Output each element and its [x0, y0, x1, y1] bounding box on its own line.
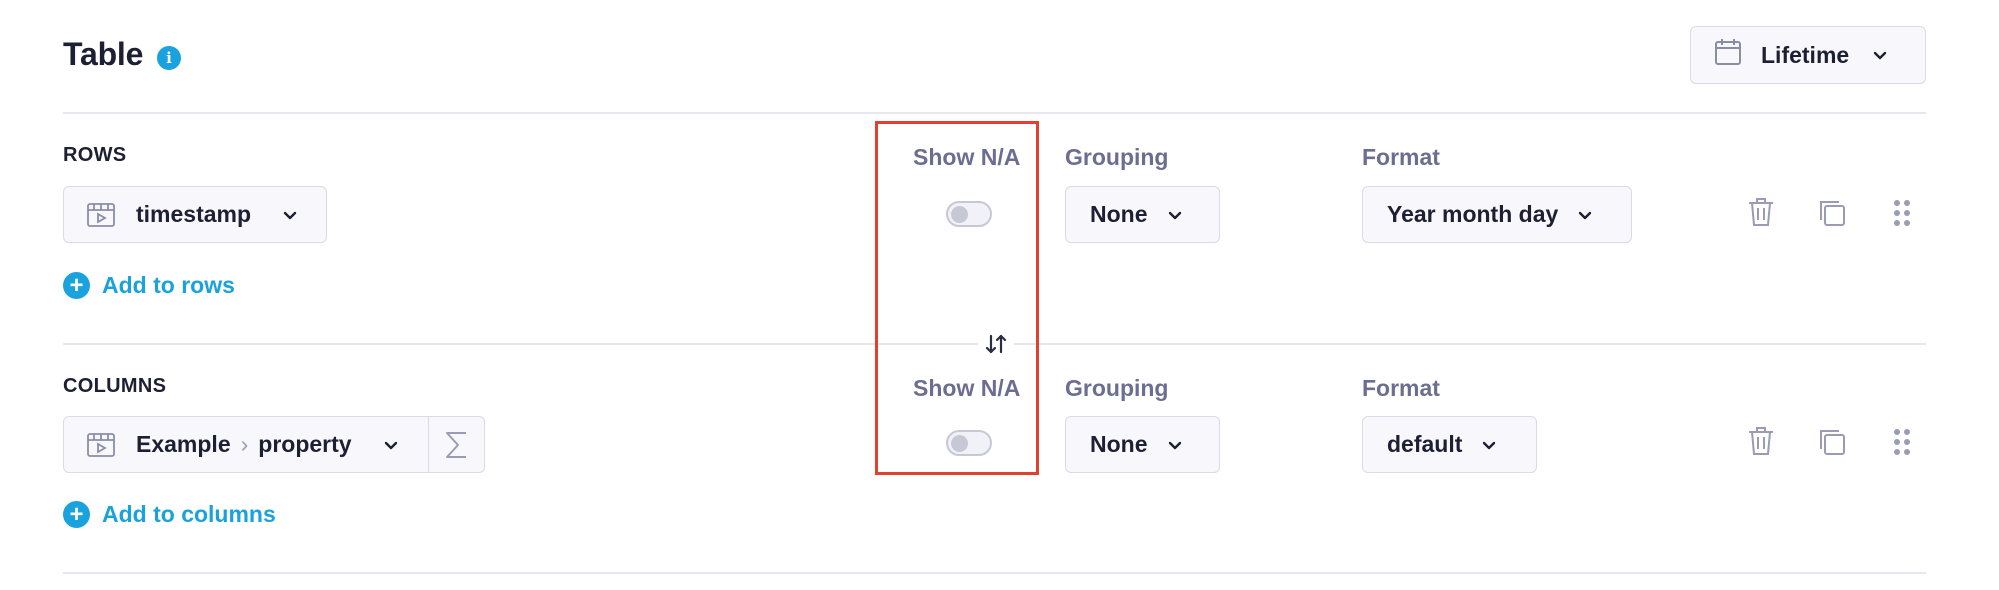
columns-format-label: Format [1362, 375, 1440, 401]
rows-format-label: Format [1362, 144, 1440, 170]
rows-grouping-dropdown[interactable]: None [1065, 186, 1220, 243]
columns-format-value: default [1387, 431, 1463, 457]
chevron-down-icon [1166, 206, 1184, 224]
plus-circle-icon: + [63, 501, 90, 528]
date-range-dropdown[interactable]: Lifetime [1690, 26, 1926, 84]
chevron-down-icon [1480, 436, 1498, 454]
add-to-columns-link[interactable]: + Add to columns [63, 501, 276, 528]
add-to-rows-link[interactable]: + Add to rows [63, 272, 235, 299]
chevron-down-icon [281, 206, 299, 224]
trash-icon[interactable] [1746, 196, 1776, 228]
video-event-icon [86, 430, 116, 460]
chevron-down-icon [382, 436, 400, 454]
divider [63, 112, 1926, 114]
chevron-down-icon [1576, 206, 1594, 224]
copy-icon[interactable] [1817, 198, 1847, 228]
plus-circle-icon: + [63, 272, 90, 299]
video-event-icon [86, 200, 116, 230]
breadcrumb-separator: › [240, 431, 249, 457]
copy-icon[interactable] [1817, 427, 1847, 457]
columns-field-event: Example [136, 431, 231, 457]
rows-format-value: Year month day [1387, 201, 1559, 227]
rows-field-name: timestamp [136, 201, 252, 227]
rows-format-dropdown[interactable]: Year month day [1362, 186, 1632, 243]
drag-handle-icon[interactable] [1894, 428, 1910, 456]
chevron-down-icon [1871, 46, 1889, 64]
chevron-down-icon [1166, 436, 1184, 454]
columns-section-label: COLUMNS [63, 375, 167, 397]
rows-field-selector[interactable]: timestamp [63, 186, 327, 243]
page-title: Table [63, 36, 144, 72]
columns-grouping-dropdown[interactable]: None [1065, 416, 1220, 473]
add-to-rows-label: Add to rows [102, 272, 235, 298]
divider [63, 572, 1926, 574]
sigma-icon[interactable] [428, 417, 484, 472]
columns-field-selector[interactable]: Example › property [63, 416, 485, 473]
drag-handle-icon[interactable] [1894, 199, 1910, 227]
columns-grouping-label: Grouping [1065, 375, 1169, 401]
highlight-box [875, 121, 1039, 475]
rows-grouping-value: None [1090, 201, 1148, 227]
add-to-columns-label: Add to columns [102, 501, 276, 527]
columns-format-dropdown[interactable]: default [1362, 416, 1537, 473]
rows-grouping-label: Grouping [1065, 144, 1169, 170]
rows-section-label: ROWS [63, 144, 127, 166]
columns-grouping-value: None [1090, 431, 1148, 457]
columns-field-property: property [258, 431, 352, 457]
calendar-icon [1713, 37, 1743, 73]
info-icon[interactable]: i [157, 46, 181, 70]
trash-icon[interactable] [1746, 425, 1776, 457]
date-range-label: Lifetime [1761, 41, 1850, 68]
